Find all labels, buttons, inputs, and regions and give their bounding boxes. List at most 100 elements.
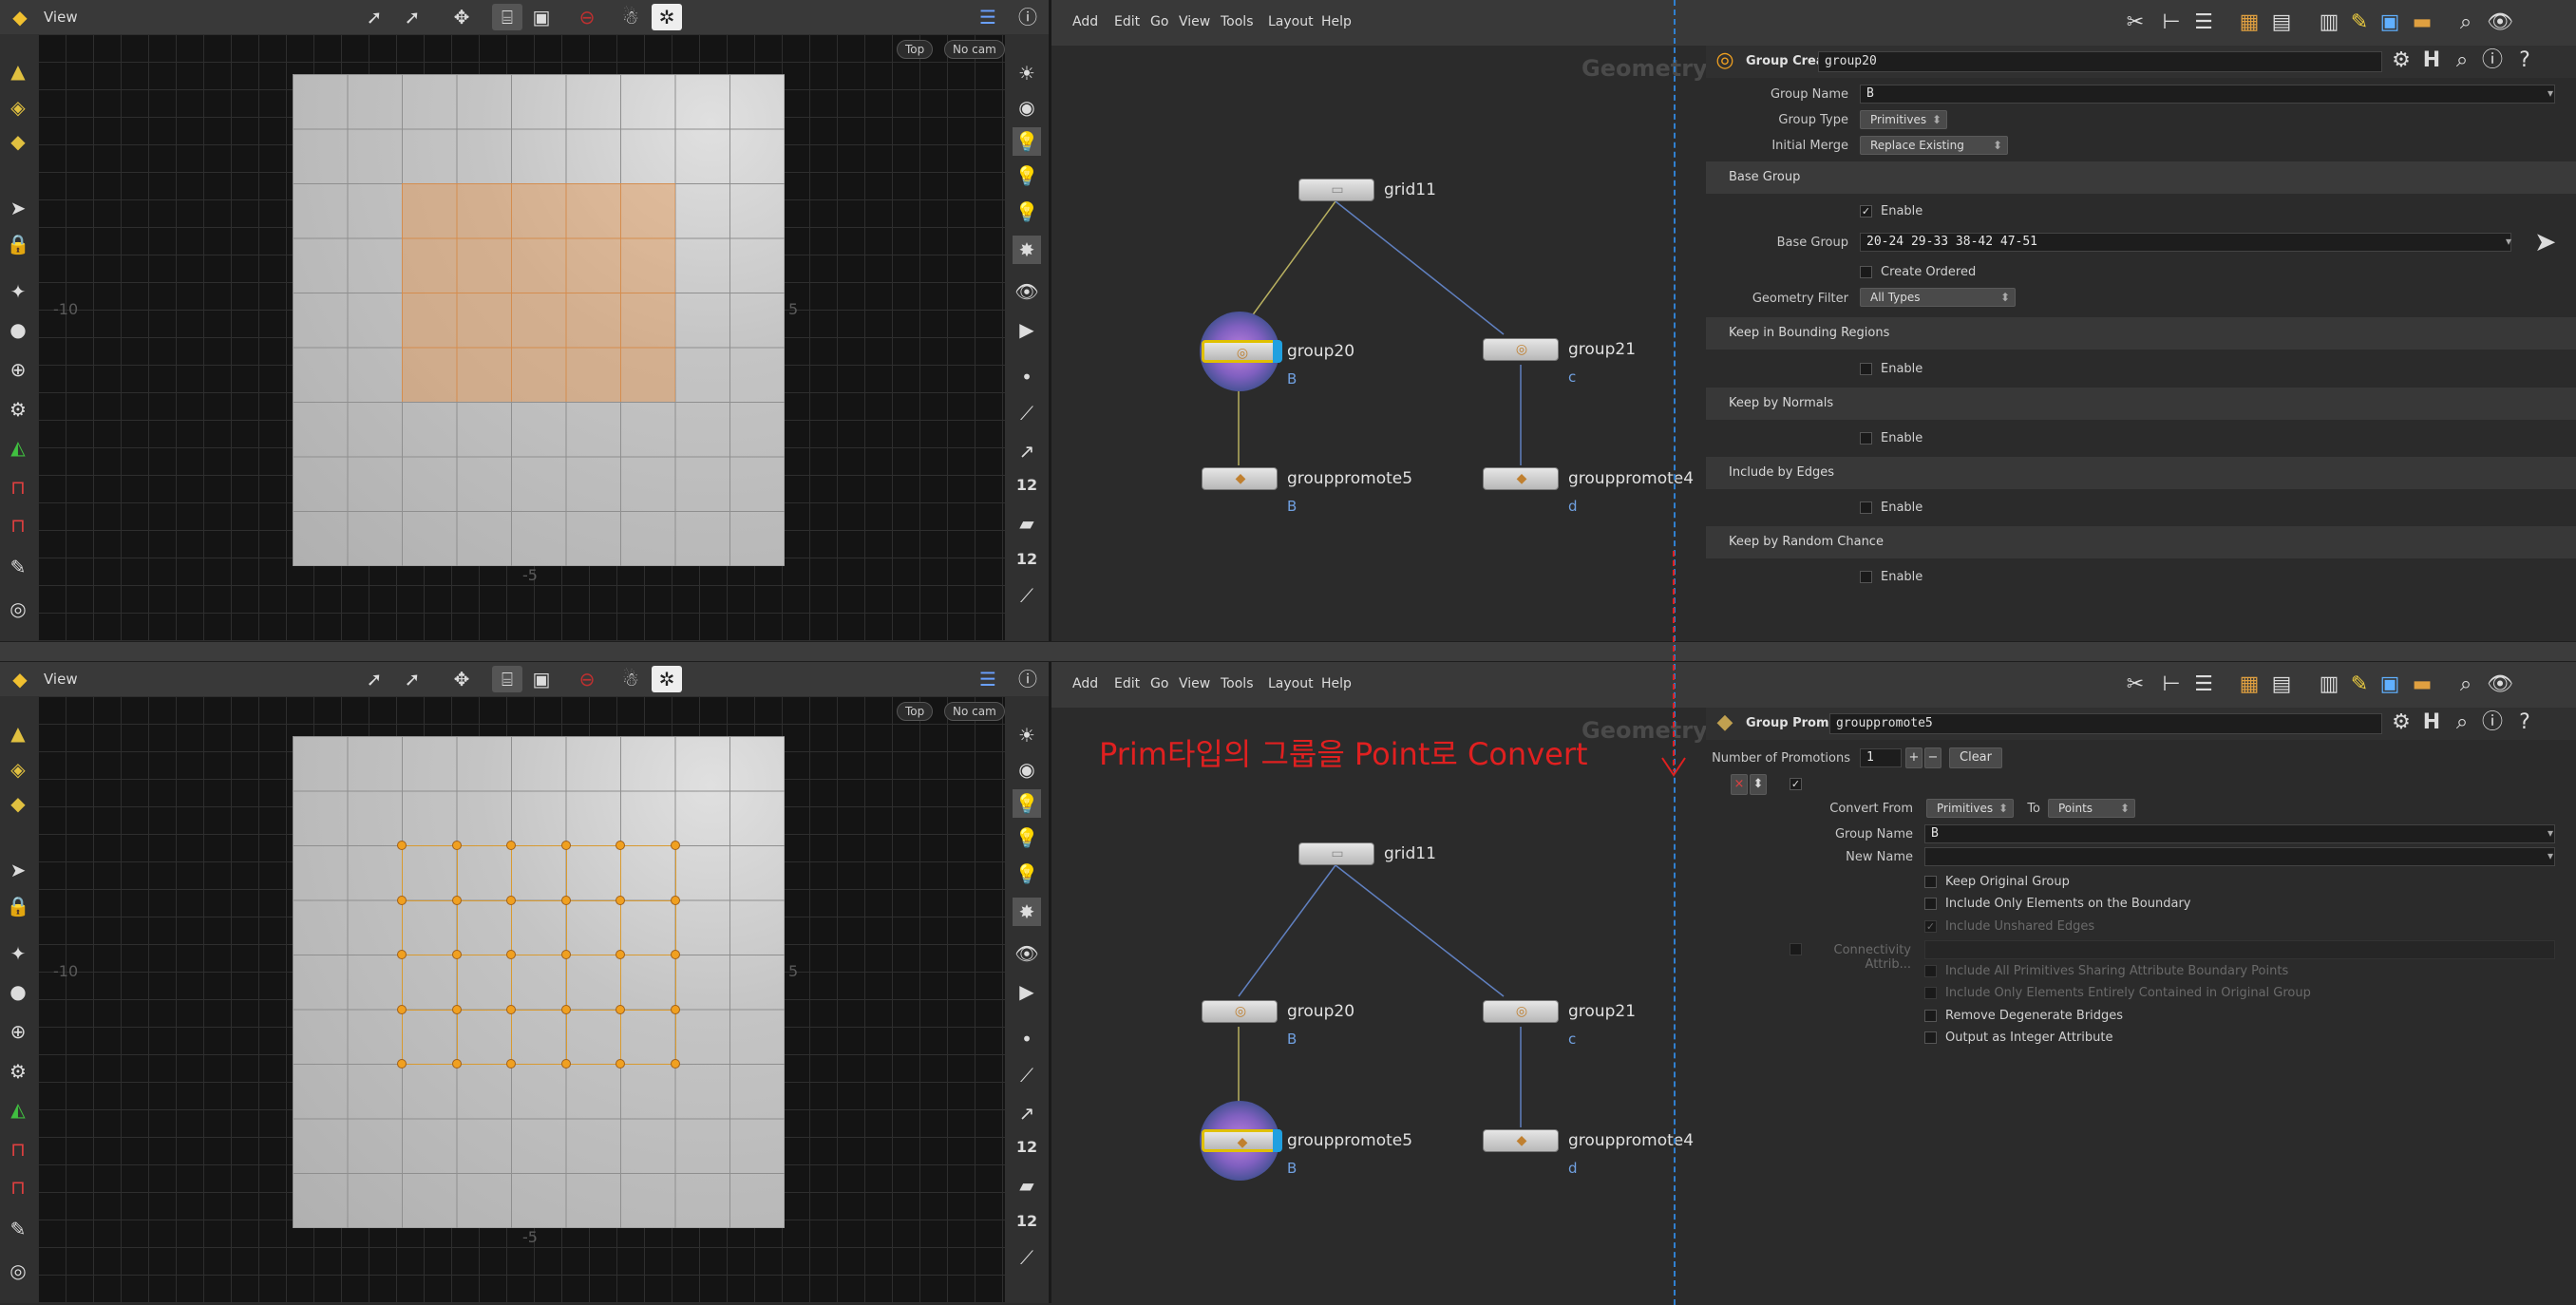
scale-icon[interactable]: ⊕ (4, 355, 32, 384)
bulb-white-icon[interactable]: 💡 (1013, 198, 1041, 226)
unshared-edges-checkbox[interactable]: ✓ (1924, 920, 1937, 933)
camera-dropdown[interactable]: No cam (944, 702, 1005, 721)
select-arrow-icon[interactable]: ➚ (359, 666, 389, 692)
prim-number-icon[interactable]: 12 (1013, 545, 1041, 574)
render-preview-icon[interactable]: ▶ (1013, 315, 1041, 344)
group-type-dropdown[interactable]: Primitives (1860, 110, 1947, 129)
gear-icon[interactable]: ⚙ (2386, 46, 2416, 76)
scale-icon[interactable]: ⊕ (4, 1017, 32, 1046)
eye-icon[interactable]: 👁 (1013, 939, 1041, 968)
node-group20[interactable]: ◎ (1202, 1000, 1278, 1023)
point-icon[interactable]: • (1013, 1025, 1041, 1053)
prim-number-icon[interactable]: 12 (1013, 1207, 1041, 1236)
tools-icon[interactable]: ✂ (2120, 670, 2150, 700)
flash-icon[interactable]: ✸ (1013, 236, 1041, 264)
node-name-field[interactable]: group20 (1818, 51, 2382, 72)
houdini-icon[interactable]: ◆ (6, 665, 34, 693)
record-icon[interactable]: ⊖ (572, 666, 602, 692)
view-tool-icon[interactable]: ✦ (4, 939, 32, 968)
node-grouppromote5[interactable]: ◆ (1202, 1129, 1282, 1152)
base-group-section[interactable]: Base Group (1706, 161, 2576, 194)
info-icon[interactable]: ⓘ (2477, 46, 2508, 76)
delete-multiparm-icon[interactable]: × (1731, 774, 1748, 795)
group-name-field[interactable]: B (1860, 85, 2555, 104)
only-boundary-checkbox[interactable] (1924, 898, 1937, 910)
remove-promotion-button[interactable]: − (1924, 747, 1941, 768)
vector-icon[interactable]: ⟋ (1013, 581, 1041, 610)
brush-icon[interactable]: ✎ (4, 1215, 32, 1243)
eye-icon[interactable]: 👁 (1013, 277, 1041, 306)
display-options-icon[interactable]: ☰ (973, 666, 1003, 692)
keep-bounding-section[interactable]: Keep in Bounding Regions (1706, 317, 2576, 350)
snapshot-icon[interactable]: ▣ (526, 4, 557, 30)
select-arrow-icon[interactable]: ➚ (359, 4, 389, 30)
snapshot-icon[interactable]: ▣ (526, 666, 557, 692)
num-promotions-field[interactable]: 1 (1860, 748, 1902, 767)
entirely-contained-checkbox[interactable] (1924, 987, 1937, 999)
image-icon[interactable]: ▣ (2375, 8, 2405, 38)
handle-icon[interactable]: ⚙ (4, 395, 32, 424)
keep-bounding-enable-checkbox[interactable] (1860, 363, 1872, 375)
pose-icon[interactable]: ● (4, 315, 32, 344)
clear-button[interactable]: Clear (1949, 747, 2002, 768)
view-mode-dropdown[interactable]: Top (897, 702, 934, 721)
reorder-multiparm-icon[interactable]: ⬍ (1750, 774, 1767, 795)
camera-icon[interactable]: ⌸ (492, 4, 522, 30)
new-name-menu-icon[interactable]: ▾ (2548, 849, 2553, 862)
image-icon[interactable]: ▣ (2375, 670, 2405, 700)
houdini-help-icon[interactable]: H (2416, 708, 2447, 738)
face-icon[interactable]: ▰ (1013, 1171, 1041, 1200)
keep-normals-enable-checkbox[interactable] (1860, 432, 1872, 444)
help-icon[interactable]: ⓘ (1013, 666, 1043, 692)
group-name-menu-icon[interactable]: ▾ (2548, 86, 2553, 100)
bulb-white-icon[interactable]: 💡 (1013, 860, 1041, 888)
point-number-icon[interactable]: 12 (1013, 471, 1041, 500)
tools-icon[interactable]: ✂ (2120, 8, 2150, 38)
tree-view-icon[interactable]: ⊢ (2156, 8, 2187, 38)
eye-icon[interactable]: 👁 (2485, 670, 2515, 700)
houdini-help-icon[interactable]: H (2416, 46, 2447, 76)
box-icon[interactable]: ▬ (2407, 8, 2437, 38)
base-group-field[interactable]: 20-24 29-33 38-42 47-51 (1860, 233, 2511, 252)
light-icon[interactable]: ☀ (1013, 721, 1041, 749)
convert-from-dropdown[interactable]: Primitives (1926, 799, 2014, 818)
pointer-icon[interactable]: ➤ (4, 194, 32, 222)
select-arrow-icon[interactable]: ➤ (2534, 226, 2556, 257)
face-icon[interactable]: ▰ (1013, 509, 1041, 538)
connectivity-field[interactable] (1924, 940, 2555, 959)
magnet-icon-2[interactable]: ⊓ (4, 1173, 32, 1201)
shading-sphere-icon[interactable]: ◉ (1013, 93, 1041, 122)
lock-icon[interactable]: 🔒 (4, 892, 32, 920)
search-icon[interactable]: ⌕ (2451, 670, 2481, 700)
normal-icon[interactable]: ↗ (1013, 1099, 1041, 1127)
include-edges-section[interactable]: Include by Edges (1706, 457, 2576, 489)
layout-icon[interactable]: ▥ (2314, 670, 2344, 700)
search-icon[interactable]: ⌕ (2451, 8, 2481, 38)
viewport-canvas[interactable]: Top No cam -10 5 -5 (38, 34, 1005, 641)
promotion-enable-checkbox[interactable]: ✓ (1790, 778, 1802, 790)
node-group21[interactable]: ◎ (1483, 338, 1559, 361)
houdini-icon[interactable]: ◆ (6, 3, 34, 31)
color-palette-icon[interactable]: ▦ (2234, 670, 2264, 700)
point-number-icon[interactable]: 12 (1013, 1133, 1041, 1162)
node-grouppromote4[interactable]: ◆ (1483, 1129, 1559, 1152)
display-options-icon[interactable]: ☰ (973, 4, 1003, 30)
remove-degenerate-checkbox[interactable] (1924, 1010, 1937, 1022)
include-edges-enable-checkbox[interactable] (1860, 501, 1872, 514)
node-grid11[interactable]: ▭ (1298, 842, 1374, 865)
light-icon[interactable]: ☀ (1013, 59, 1041, 87)
search-icon[interactable]: ⌕ (2447, 46, 2477, 76)
node-group20[interactable]: ◎ (1202, 340, 1282, 363)
keep-original-checkbox[interactable] (1924, 876, 1937, 888)
render-icon[interactable]: ☃ (616, 666, 646, 692)
transform-icon[interactable]: ✥ (446, 666, 477, 692)
list-view-icon[interactable]: ☰ (2188, 8, 2219, 38)
edge-icon[interactable]: ⟋ (1013, 399, 1041, 427)
box-icon[interactable]: ▬ (2407, 670, 2437, 700)
paint-icon[interactable]: ◈ (4, 755, 32, 784)
shading-sphere-icon[interactable]: ◉ (1013, 755, 1041, 784)
node-grouppromote5[interactable]: ◆ (1202, 467, 1278, 490)
keep-random-section[interactable]: Keep by Random Chance (1706, 526, 2576, 558)
record-icon[interactable]: ⊖ (572, 4, 602, 30)
new-name-field[interactable] (1924, 847, 2555, 866)
